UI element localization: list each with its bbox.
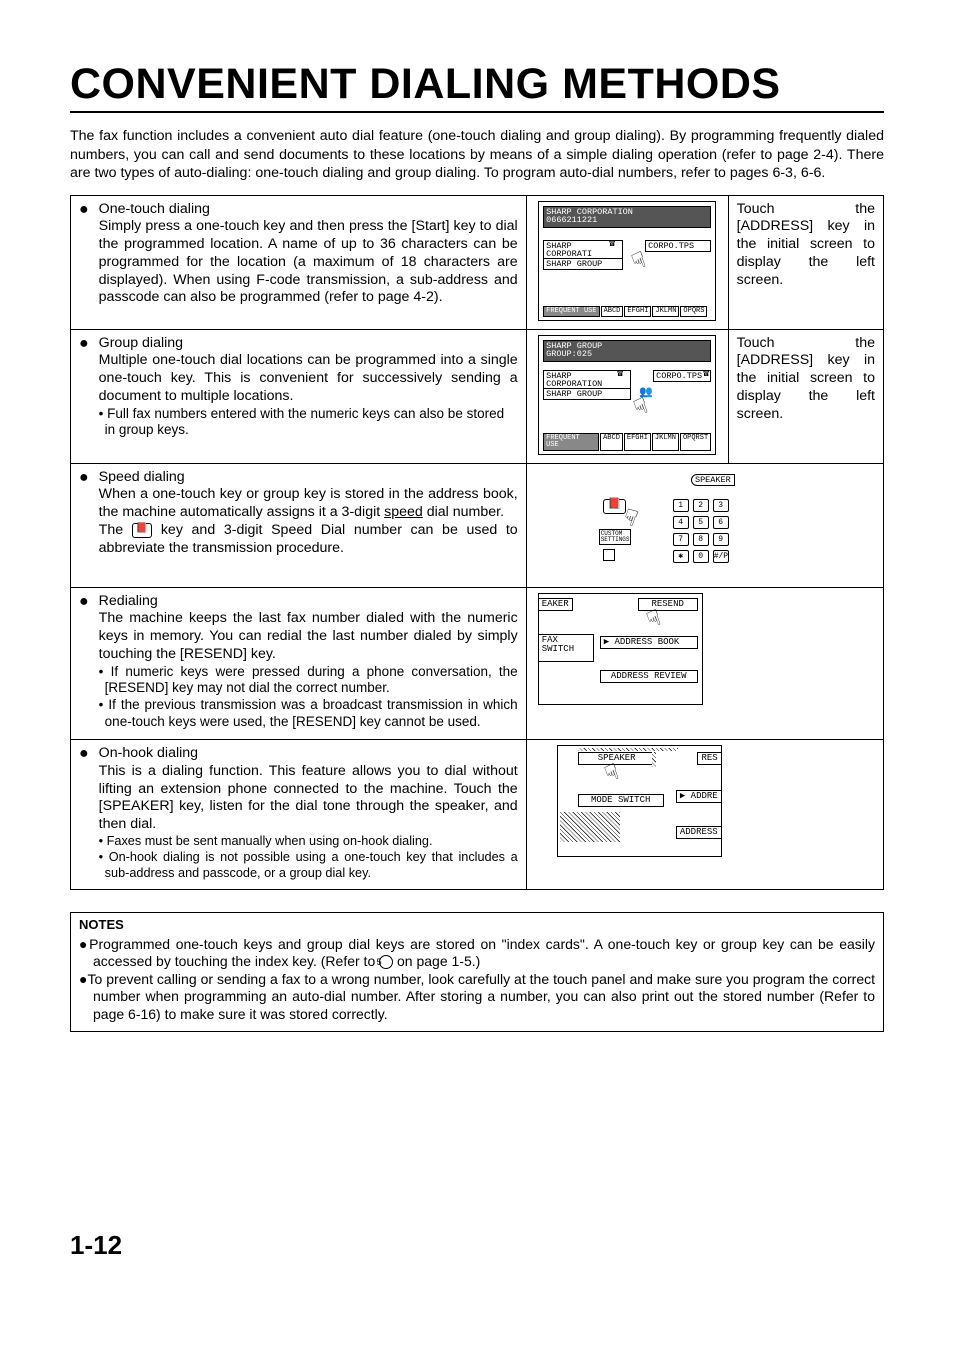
bullet-icon: ● [79,745,89,763]
screenshot-speed: SPEAKER 📕 CUSTOM SETTINGS 123 456 789 ✱0… [565,469,735,579]
table-row: ● One-touch dialing Simply press a one-t… [71,195,884,329]
right-hint: Touch the [ADDRESS] key in the initial s… [737,335,875,424]
screenshot-redialing: EAKER RESEND ☟ FAX SWITCH ▶ ADDRESS BOOK… [538,593,703,705]
bullet-icon: ● [79,593,89,611]
row-desc: Simply press a one-touch key and then pr… [99,218,518,307]
row-heading: On-hook dialing [99,745,518,763]
hand-icon: ☟ [645,608,665,633]
table-row: ● On-hook dialing This is a dialing func… [71,740,884,890]
phone-icon: ☎ [609,240,615,250]
notes-box: NOTES ●Programmed one-touch keys and gro… [70,912,884,1032]
note-item: ●To prevent calling or sending a fax to … [79,971,875,1024]
table-row: ● Redialing The machine keeps the last f… [71,587,884,740]
row-sub: • Full fax numbers entered with the nume… [99,406,518,440]
page-number: 1-12 [70,1230,122,1261]
table-row: ● Speed dialing When a one-touch key or … [71,463,884,587]
row-heading: Speed dialing [99,469,518,487]
row-heading: One-touch dialing [99,201,518,219]
row-desc: When a one-touch key or group key is sto… [99,486,518,557]
circled-five-icon: 5 [379,955,393,969]
hand-icon: ☟ [630,250,650,275]
row-sub: • If numeric keys were pressed during a … [99,664,518,698]
row-heading: Group dialing [99,335,518,353]
row-desc: The machine keeps the last fax number di… [99,610,518,663]
page-title: CONVENIENT DIALING METHODS [70,60,884,111]
speed-dial-key-icon: 📕 [132,523,152,538]
table-row: ● Group dialing Multiple one-touch dial … [71,329,884,463]
row-sub: • Faxes must be sent manually when using… [99,834,518,850]
screenshot-group: SHARP GROUPGROUP:025 SHARP CORPORATION C… [538,335,716,455]
row-desc: Multiple one-touch dial locations can be… [99,352,518,405]
dialing-methods-table: ● One-touch dialing Simply press a one-t… [70,195,884,891]
row-sub: • If the previous transmission was a bro… [99,697,518,731]
phone-icon: ☎ [703,370,709,380]
tab: FREQUENT USE [543,306,599,317]
speed-book-icon: 📕 [603,499,627,514]
phone-icon: ☎ [617,370,623,380]
row-heading: Redialing [99,593,518,611]
row-desc: This is a dialing function. This feature… [99,763,518,834]
note-item: ●Programmed one-touch keys and group dia… [79,936,875,971]
notes-title: NOTES [79,917,875,933]
screenshot-one-touch: SHARP CORPORATION0666211221 SHARP CORPOR… [538,201,716,321]
hand-icon: ☟ [632,396,652,421]
right-hint: Touch the [ADDRESS] key in the initial s… [737,201,875,290]
bullet-icon: ● [79,469,89,487]
row-sub: • On-hook dialing is not possible using … [99,850,518,882]
hand-icon: ☟ [602,762,622,787]
screenshot-onhook: SPEAKER RES ☟ MODE SWITCH ▶ ADDRE ADDRES… [557,745,722,857]
bullet-icon: ● [79,335,89,353]
bullet-icon: ● [79,201,89,219]
intro-text: The fax function includes a convenient a… [70,127,884,182]
